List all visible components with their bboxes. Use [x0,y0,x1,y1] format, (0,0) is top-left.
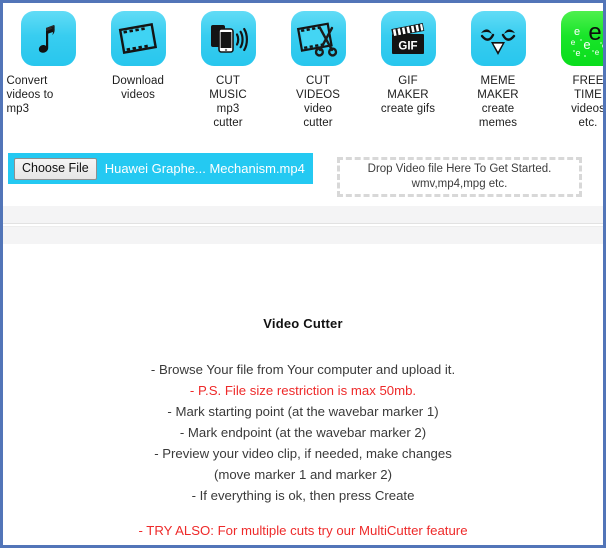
instruction-spacer [3,506,603,520]
file-dropzone[interactable]: Drop Video file Here To Get Started. wmv… [337,157,582,197]
svg-text:GIF: GIF [398,40,417,52]
phones-sound-icon [200,11,256,66]
toolbar-item-cut-videos[interactable]: CUT VIDEOS video cutter [273,8,363,146]
instruction-line: - When file is created download it & enj… [3,541,603,545]
toolbar-item-cut-music[interactable]: CUT MUSIC mp3 cutter [183,8,273,146]
smiley-face-icon [470,11,526,66]
svg-text:e: e [602,43,606,50]
toolbar-item-meme-maker[interactable]: MEME MAKER create memes [453,8,543,146]
toolbar-item-convert-mp3[interactable]: Convert videos to mp3 [3,8,93,146]
instruction-line: - Preview your video clip, if needed, ma… [154,446,452,461]
toolbar-item-label: MEME MAKER create memes [477,75,519,129]
toolbar-item-label: Convert videos to mp3 [6,75,54,115]
feature-toolbar: Convert videos to mp3 Download videos CU… [3,3,603,146]
instruction-line: - Mark endpoint (at the wavebar marker 2… [179,425,427,440]
svg-text:e: e [583,37,590,52]
toolbar-item-download-videos[interactable]: Download videos [93,8,183,146]
instruction-line: - Browse Your file from Your computer an… [150,362,456,377]
upload-row: Choose File Huawei Graphe... Mechanism.m… [3,146,603,206]
instruction-line: - P.S. File size restriction is max 50mb… [189,383,417,398]
svg-text:e: e [571,38,576,47]
svg-text:e: e [575,48,580,58]
svg-text:e: e [574,26,580,38]
toolbar-item-label: CUT MUSIC mp3 cutter [209,75,247,129]
selected-file-name: Huawei Graphe... Mechanism.mp4 [104,161,305,176]
letter-e-icon: e e e e e e e [560,11,606,66]
divider-band-top [3,206,603,224]
divider-band-bottom [3,226,603,244]
toolbar-item-free-time[interactable]: e e e e e e e FREE TIME videos etc. [543,8,606,146]
film-strip-icon [110,11,166,66]
dropzone-line-1: Drop Video file Here To Get Started. [367,163,552,175]
file-input-field[interactable]: Choose File Huawei Graphe... Mechanism.m… [8,153,313,184]
toolbar-item-label: FREE TIME videos etc. [571,75,605,129]
instruction-line: (move marker 1 and marker 2) [213,467,393,482]
instruction-line: - Mark starting point (at the wavebar ma… [167,404,439,419]
choose-file-button[interactable]: Choose File [14,157,97,180]
toolbar-item-label: CUT VIDEOS video cutter [295,75,341,129]
instructions-list: - Browse Your file from Your computer an… [3,359,603,545]
toolbar-item-gif-maker[interactable]: GIF GIF MAKER create gifs [363,8,453,146]
film-scissors-icon [290,11,346,66]
main-content: Video Cutter - Browse Your file from You… [3,316,603,545]
gif-clapperboard-icon: GIF [380,11,436,66]
toolbar-item-label: Download videos [112,75,164,101]
toolbar-item-label: GIF MAKER create gifs [380,75,436,115]
instruction-line: - TRY ALSO: For multiple cuts try our Mu… [138,523,468,538]
instruction-line: - If everything is ok, then press Create [191,488,415,503]
svg-text:e: e [595,48,600,57]
page-title: Video Cutter [263,316,343,331]
app-window: Convert videos to mp3 Download videos CU… [0,0,606,548]
music-note-icon [20,11,76,66]
dropzone-line-2: wmv,mp4,mpg etc. [411,178,508,190]
